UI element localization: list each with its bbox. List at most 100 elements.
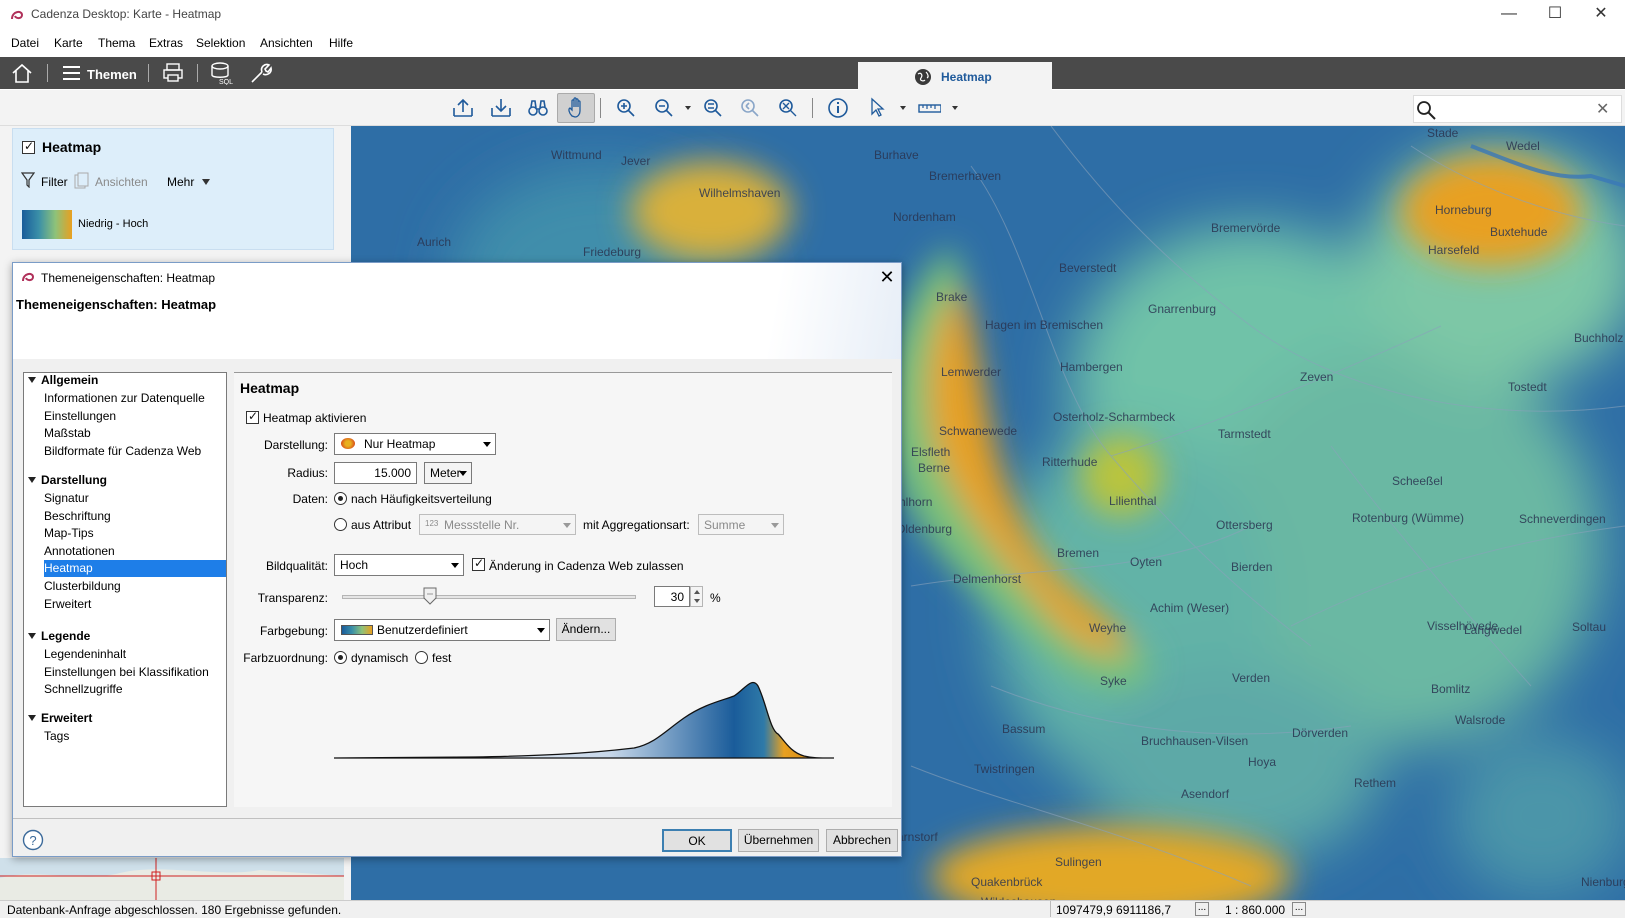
zoom-in-icon[interactable]: [614, 96, 638, 120]
tree-item[interactable]: Maßstab: [44, 426, 91, 440]
views-button[interactable]: Ansichten: [95, 175, 148, 189]
map-place-label: Oldenburg: [896, 522, 952, 536]
menu-ansichten[interactable]: Ansichten: [260, 36, 313, 50]
zoom-full-icon[interactable]: [701, 96, 725, 120]
color-mapping-fixed-radio[interactable]: [415, 651, 428, 664]
spinner-down-icon[interactable]: [694, 599, 700, 603]
search-input[interactable]: [1413, 95, 1622, 123]
color-value: Benutzerdefiniert: [377, 623, 468, 637]
measure-dropdown-arrow-icon[interactable]: [952, 106, 958, 110]
map-place-label: Tarmstedt: [1218, 427, 1271, 441]
zoom-dropdown-arrow-icon[interactable]: [685, 106, 691, 110]
tree-item[interactable]: Schnellzugriffe: [44, 682, 123, 696]
color-select[interactable]: Benutzerdefiniert: [334, 619, 550, 641]
spinner-up-icon[interactable]: [694, 590, 700, 594]
overview-minimap[interactable]: [0, 858, 344, 900]
aggregation-select[interactable]: Summe: [698, 514, 784, 535]
transparency-slider-track[interactable]: [342, 595, 636, 599]
minimize-button[interactable]: —: [1486, 0, 1532, 30]
daten-frequency-radio[interactable]: [334, 492, 347, 505]
import-icon[interactable]: [451, 96, 475, 120]
apply-button[interactable]: Übernehmen: [738, 829, 819, 852]
info-icon[interactable]: [826, 96, 850, 120]
menu-selektion[interactable]: Selektion: [196, 36, 245, 50]
tree-expand-arrow-icon[interactable]: [28, 715, 36, 721]
menu-extras[interactable]: Extras: [149, 36, 183, 50]
status-separator: [1050, 901, 1051, 917]
zoom-out-icon[interactable]: [652, 96, 676, 120]
tree-item[interactable]: Tags: [44, 729, 69, 743]
radius-unit-select[interactable]: Meter: [424, 462, 472, 484]
themen-button[interactable]: Themen: [87, 67, 137, 82]
close-window-button[interactable]: ✕: [1578, 0, 1624, 30]
tree-item[interactable]: Clusterbildung: [44, 579, 121, 593]
more-button[interactable]: Mehr: [167, 175, 194, 189]
more-dropdown-arrow-icon[interactable]: [202, 179, 210, 185]
tree-item[interactable]: Informationen zur Datenquelle: [44, 391, 205, 405]
search-clear-icon[interactable]: ✕: [1596, 99, 1609, 119]
binoculars-icon[interactable]: [526, 96, 550, 120]
maximize-button[interactable]: ☐: [1532, 0, 1578, 30]
tree-expand-arrow-icon[interactable]: [28, 477, 36, 483]
map-place-label: Bomlitz: [1431, 682, 1470, 696]
quality-select[interactable]: Hoch: [334, 554, 464, 576]
menu-datei[interactable]: Datei: [11, 36, 39, 50]
tree-item[interactable]: Einstellungen: [44, 409, 116, 423]
layer-visibility-checkbox[interactable]: [22, 139, 35, 154]
export-icon[interactable]: [489, 96, 513, 120]
darstellung-select[interactable]: Nur Heatmap: [334, 433, 496, 455]
filter-icon[interactable]: [21, 172, 35, 188]
tree-expand-arrow-icon[interactable]: [28, 633, 36, 639]
map-place-label: Nienburg: [1581, 875, 1625, 889]
menu-hilfe[interactable]: Hilfe: [329, 36, 353, 50]
transparency-spinner[interactable]: [690, 586, 703, 607]
menu-karte[interactable]: Karte: [54, 36, 83, 50]
dialog-close-button[interactable]: ✕: [877, 267, 897, 288]
tree-item[interactable]: Heatmap: [44, 561, 93, 575]
map-place-label: Bruchhausen-Vilsen: [1141, 734, 1248, 748]
zoom-selection-icon[interactable]: [776, 96, 800, 120]
cancel-button[interactable]: Abbrechen: [826, 829, 898, 852]
zoom-previous-icon[interactable]: [738, 96, 762, 120]
menu-thema[interactable]: Thema: [98, 36, 135, 50]
tree-item[interactable]: Annotationen: [44, 544, 115, 558]
heatmap-enable-checkbox[interactable]: [246, 409, 259, 424]
map-place-label: Schneverdingen: [1519, 512, 1606, 526]
filter-button[interactable]: Filter: [41, 175, 68, 189]
tree-item[interactable]: Map-Tips: [44, 526, 94, 540]
radius-input[interactable]: 15.000: [334, 462, 417, 484]
transparency-input[interactable]: 30: [654, 586, 690, 607]
tree-item[interactable]: Einstellungen bei Klassifikation: [44, 665, 209, 679]
tree-group[interactable]: Erweitert: [41, 711, 92, 725]
transparency-slider-thumb[interactable]: [423, 587, 437, 605]
scale-menu-button[interactable]: ...: [1292, 902, 1306, 916]
select-dropdown-arrow-icon[interactable]: [900, 106, 906, 110]
tree-item[interactable]: Beschriftung: [44, 509, 111, 523]
web-change-checkbox[interactable]: [472, 556, 485, 571]
tools-wrench-icon[interactable]: [248, 62, 272, 84]
select-arrow-icon[interactable]: [866, 96, 890, 120]
views-icon[interactable]: [74, 172, 90, 189]
pan-hand-icon[interactable]: [564, 96, 588, 120]
attribute-select[interactable]: 123 Messstelle Nr.: [419, 514, 576, 535]
sql-database-icon[interactable]: SQL: [210, 61, 234, 85]
print-icon[interactable]: [162, 63, 184, 83]
tree-item[interactable]: Bildformate für Cadenza Web: [44, 444, 201, 458]
change-color-button[interactable]: Ändern...: [556, 618, 616, 641]
menu-hamburger-icon[interactable]: [62, 65, 82, 81]
color-mapping-dynamic-radio[interactable]: [334, 651, 347, 664]
home-icon[interactable]: [10, 62, 34, 84]
tree-item[interactable]: Erweitert: [44, 597, 91, 611]
daten-attribute-radio[interactable]: [334, 518, 347, 531]
ok-button[interactable]: OK: [662, 829, 732, 852]
tree-group[interactable]: Allgemein: [41, 373, 98, 387]
tree-item[interactable]: Signatur: [44, 491, 89, 505]
tree-expand-arrow-icon[interactable]: [28, 377, 36, 383]
coordinates-menu-button[interactable]: ...: [1195, 902, 1209, 916]
tree-item[interactable]: Legendeninhalt: [44, 647, 126, 661]
tree-group[interactable]: Darstellung: [41, 473, 107, 487]
tree-group[interactable]: Legende: [41, 629, 90, 643]
radius-label: Radius:: [287, 466, 328, 480]
measure-icon[interactable]: [917, 96, 941, 120]
help-icon[interactable]: ?: [22, 829, 44, 851]
